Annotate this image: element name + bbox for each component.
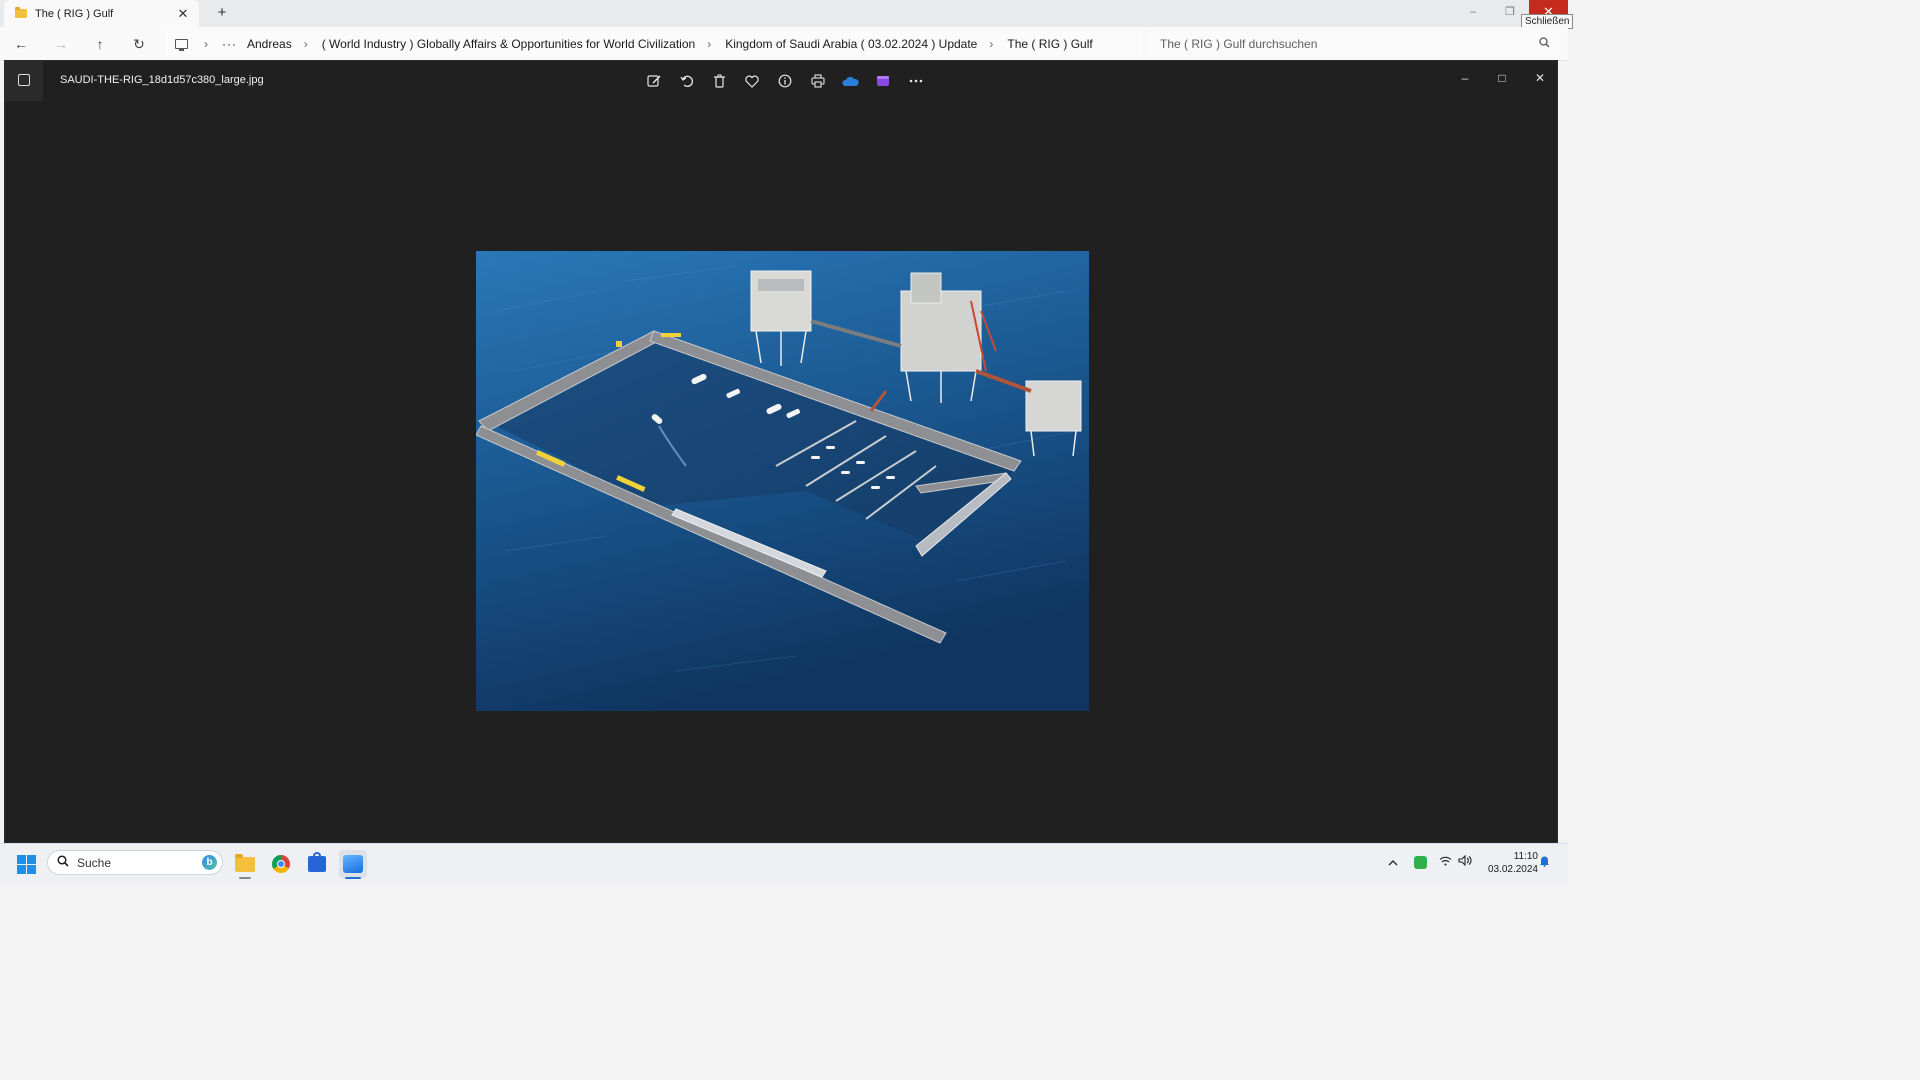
onedrive-icon[interactable] bbox=[834, 69, 867, 93]
viewer-close-button[interactable]: ✕ bbox=[1525, 67, 1555, 89]
tab-strip: The ( RIG ) Gulf ✕ + – ❐ ✕ Schließen bbox=[0, 0, 1574, 29]
address-row: ← → ↑ ↻ › ··· Andreas › ( World Industry… bbox=[0, 27, 1568, 61]
breadcrumb: › ··· Andreas › ( World Industry ) Globa… bbox=[165, 31, 1143, 57]
forward-button[interactable]: → bbox=[52, 35, 70, 53]
print-icon[interactable] bbox=[801, 69, 834, 93]
tab-close-button[interactable]: ✕ bbox=[173, 6, 193, 22]
microsoft-store-icon bbox=[308, 852, 326, 872]
viewer-toolbar bbox=[638, 69, 932, 93]
folder-icon bbox=[15, 7, 27, 18]
taskbar-clock[interactable]: 11:10 03.02.2024 bbox=[1478, 850, 1538, 876]
tab-the-rig-gulf[interactable]: The ( RIG ) Gulf ✕ bbox=[4, 0, 199, 27]
breadcrumb-item-andreas[interactable]: Andreas bbox=[247, 37, 292, 51]
taskbar-microsoft-store[interactable] bbox=[303, 850, 331, 878]
breadcrumb-separator[interactable]: › bbox=[989, 37, 993, 51]
taskbar: Suche b 11:10 03.02.2024 bbox=[0, 843, 1568, 883]
bing-icon[interactable]: b bbox=[202, 855, 217, 870]
taskbar-photos[interactable] bbox=[339, 850, 367, 879]
viewer-title-bar: SAUDI-THE-RIG_18d1d57c380_large.jpg – □ … bbox=[5, 61, 1557, 101]
search-icon bbox=[1539, 37, 1550, 51]
up-button[interactable]: ↑ bbox=[91, 35, 109, 53]
rotate-icon[interactable] bbox=[671, 69, 704, 93]
breadcrumb-item-the-rig-gulf[interactable]: The ( RIG ) Gulf bbox=[1007, 37, 1092, 51]
taskbar-search-label: Suche bbox=[77, 855, 112, 870]
file-explorer-icon bbox=[235, 853, 255, 872]
wifi-icon[interactable] bbox=[1439, 855, 1452, 869]
info-icon[interactable] bbox=[769, 69, 802, 93]
clock-date: 03.02.2024 bbox=[1487, 864, 1538, 875]
search-input[interactable]: The ( RIG ) Gulf durchsuchen bbox=[1148, 31, 1560, 57]
more-options-icon[interactable] bbox=[900, 69, 933, 93]
photos-app-icon[interactable] bbox=[5, 61, 43, 101]
edit-image-icon[interactable] bbox=[638, 69, 671, 93]
start-windows-icon[interactable] bbox=[17, 855, 36, 874]
new-tab-button[interactable]: + bbox=[213, 4, 231, 22]
taskbar-chrome[interactable] bbox=[267, 850, 295, 878]
breadcrumb-separator[interactable]: › bbox=[204, 37, 208, 51]
viewer-minimize-button[interactable]: – bbox=[1450, 67, 1480, 89]
photos-viewer-window: SAUDI-THE-RIG_18d1d57c380_large.jpg – □ … bbox=[4, 60, 1558, 843]
chrome-icon bbox=[272, 855, 290, 873]
favorite-heart-icon[interactable] bbox=[736, 69, 769, 93]
breadcrumb-separator[interactable]: › bbox=[304, 37, 308, 51]
this-pc-icon[interactable] bbox=[175, 39, 188, 51]
breadcrumb-item-world-industry[interactable]: ( World Industry ) Globally Affairs & Op… bbox=[322, 37, 695, 51]
notification-bell-icon[interactable] bbox=[1539, 855, 1550, 870]
breadcrumb-item-saudi-arabia[interactable]: Kingdom of Saudi Arabia ( 03.02.2024 ) U… bbox=[725, 37, 977, 51]
viewer-filename: SAUDI-THE-RIG_18d1d57c380_large.jpg bbox=[60, 74, 264, 86]
tray-overflow-chevron-icon[interactable] bbox=[1388, 855, 1398, 869]
security-shield-icon[interactable] bbox=[1414, 856, 1427, 869]
viewer-maximize-button[interactable]: □ bbox=[1487, 67, 1517, 89]
refresh-button[interactable]: ↻ bbox=[130, 35, 148, 53]
breadcrumb-overflow[interactable]: ··· bbox=[222, 37, 237, 51]
clipchamp-icon[interactable] bbox=[867, 69, 900, 93]
photos-icon bbox=[343, 855, 363, 873]
displayed-photo bbox=[476, 251, 1089, 711]
search-icon bbox=[57, 855, 69, 870]
search-placeholder: The ( RIG ) Gulf durchsuchen bbox=[1160, 37, 1318, 51]
clock-time: 11:10 bbox=[1513, 851, 1538, 862]
volume-icon[interactable] bbox=[1458, 854, 1472, 869]
taskbar-file-explorer[interactable] bbox=[231, 850, 259, 879]
explorer-minimize-button[interactable]: – bbox=[1456, 0, 1490, 27]
delete-icon[interactable] bbox=[703, 69, 736, 93]
taskbar-search-box[interactable]: Suche b bbox=[47, 850, 223, 875]
breadcrumb-separator[interactable]: › bbox=[707, 37, 711, 51]
tab-title: The ( RIG ) Gulf bbox=[35, 7, 114, 20]
back-button[interactable]: ← bbox=[12, 35, 30, 53]
